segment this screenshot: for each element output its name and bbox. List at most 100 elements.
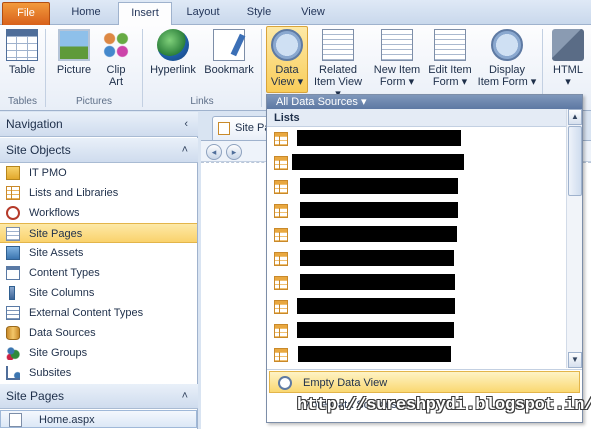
- data-view-icon: [271, 29, 303, 61]
- html-button[interactable]: HTML ▾: [548, 27, 588, 88]
- list-icon: [6, 186, 20, 200]
- hyperlink-button[interactable]: Hyperlink: [146, 27, 200, 76]
- data-source-item[interactable]: [267, 127, 566, 151]
- data-source-item[interactable]: [267, 295, 566, 319]
- data-source-item[interactable]: [267, 247, 566, 271]
- hyperlink-globe-icon: [157, 29, 189, 61]
- data-source-item[interactable]: [267, 199, 566, 223]
- list-icon: [274, 324, 288, 338]
- nav-item-site-pages[interactable]: Site Pages: [0, 223, 197, 243]
- tab-layout[interactable]: Layout: [177, 2, 229, 25]
- assets-icon: [6, 246, 20, 260]
- redacted-label: [292, 154, 464, 170]
- dropdown-scrollbar[interactable]: ▲ ▼: [566, 109, 582, 368]
- redacted-label: [300, 250, 454, 266]
- redacted-label: [300, 226, 457, 242]
- list-icon: [274, 348, 288, 362]
- tab-style[interactable]: Style: [234, 2, 284, 25]
- data-source-item[interactable]: [267, 343, 566, 367]
- nav-item-workflows[interactable]: Workflows: [0, 203, 197, 223]
- bookmark-icon: [213, 29, 245, 61]
- redacted-label: [297, 298, 455, 314]
- redacted-label: [297, 130, 461, 146]
- data-view-label-1: Data: [275, 64, 299, 76]
- nav-item-site-groups[interactable]: Site Groups: [0, 343, 197, 363]
- collapse-section-icon[interactable]: ˄: [182, 384, 188, 409]
- display-item-form-label-2: Item Form ▾: [477, 76, 537, 88]
- collapse-section-icon[interactable]: ˄: [182, 138, 188, 163]
- clip-art-button[interactable]: Clip Art: [98, 27, 134, 88]
- tab-insert[interactable]: Insert: [118, 2, 172, 26]
- scroll-down-button[interactable]: ▼: [568, 352, 582, 368]
- page-icon: [6, 227, 20, 241]
- data-source-item[interactable]: [267, 319, 566, 343]
- new-item-form-icon: [381, 29, 413, 61]
- list-icon: [274, 228, 288, 242]
- new-item-form-button[interactable]: New Item Form ▾: [370, 27, 424, 88]
- edit-item-form-icon: [434, 29, 466, 61]
- subsite-icon: [6, 366, 20, 380]
- tab-home[interactable]: Home: [56, 2, 116, 25]
- lists-section-header: Lists: [267, 109, 566, 127]
- site-pages-header[interactable]: Site Pages ˄: [0, 384, 198, 409]
- nav-item-external-content-types[interactable]: External Content Types: [0, 303, 197, 323]
- new-item-form-label-2: Form ▾: [379, 76, 415, 88]
- nav-item-content-types[interactable]: Content Types: [0, 263, 197, 283]
- related-item-view-icon: [322, 29, 354, 61]
- file-item-home-aspx[interactable]: Home.aspx: [0, 410, 197, 428]
- nav-item-site-assets[interactable]: Site Assets: [0, 243, 197, 263]
- list-icon: [274, 204, 288, 218]
- clip-art-icon: [100, 29, 132, 61]
- empty-data-view-label: Empty Data View: [303, 377, 388, 389]
- data-source-item[interactable]: [267, 223, 566, 247]
- data-view-label-2: View ▾: [270, 76, 304, 88]
- picture-button[interactable]: Picture: [52, 27, 96, 76]
- picture-icon: [58, 29, 90, 61]
- hyperlink-label: Hyperlink: [150, 64, 196, 76]
- data-source-item[interactable]: [267, 271, 566, 295]
- nav-item-site-columns[interactable]: Site Columns: [0, 283, 197, 303]
- empty-data-view-item[interactable]: Empty Data View: [269, 371, 580, 393]
- edit-item-form-label-2: Form ▾: [432, 76, 468, 88]
- display-item-form-button[interactable]: Display Item Form ▾: [476, 27, 538, 88]
- collapse-pane-icon[interactable]: ‹: [184, 112, 188, 137]
- tab-file[interactable]: File: [2, 2, 50, 25]
- database-icon: [6, 326, 20, 340]
- picture-label: Picture: [56, 64, 92, 76]
- nav-item-lists-and-libraries[interactable]: Lists and Libraries: [0, 183, 197, 203]
- display-item-form-label-1: Display: [488, 64, 526, 76]
- dropdown-separator: [267, 369, 582, 370]
- edit-item-form-button[interactable]: Edit Item Form ▾: [424, 27, 476, 88]
- page-icon: [218, 122, 230, 135]
- table-button[interactable]: Table: [2, 27, 42, 76]
- group-label-pictures: Pictures: [75, 96, 113, 107]
- nav-item-subsites[interactable]: Subsites: [0, 363, 197, 383]
- bookmark-button[interactable]: Bookmark: [202, 27, 256, 76]
- tab-view[interactable]: View: [290, 2, 336, 25]
- data-source-item[interactable]: [267, 151, 566, 175]
- redacted-label: [300, 178, 458, 194]
- navigation-pane: Navigation ‹ Site Objects ˄ IT PMO Lists…: [0, 112, 198, 429]
- external-content-type-icon: [6, 306, 20, 320]
- site-icon: [6, 166, 20, 180]
- clip-art-label-2: Art: [108, 76, 124, 88]
- data-view-button[interactable]: Data View ▾: [266, 26, 308, 93]
- data-view-dropdown: All Data Sources ▾ Lists ▲ ▼ Empty Data …: [266, 94, 583, 423]
- group-label-links: Links: [190, 96, 214, 107]
- scroll-up-button[interactable]: ▲: [568, 109, 582, 125]
- forward-button[interactable]: ▸: [226, 144, 242, 160]
- back-button[interactable]: ◂: [206, 144, 222, 160]
- content-type-icon: [6, 266, 20, 280]
- nav-item-it-pmo[interactable]: IT PMO: [0, 163, 197, 183]
- watermark-text: http://sureshpydi.blogspot.in/: [297, 396, 591, 415]
- site-objects-header[interactable]: Site Objects ˄: [0, 138, 198, 163]
- scroll-thumb[interactable]: [568, 126, 582, 196]
- nav-item-data-sources[interactable]: Data Sources: [0, 323, 197, 343]
- list-icon: [274, 252, 288, 266]
- site-objects-title: Site Objects: [6, 143, 71, 157]
- list-icon: [274, 180, 288, 194]
- data-source-item[interactable]: [267, 175, 566, 199]
- ribbon-tab-bar: File Home Insert Layout Style View: [0, 0, 591, 26]
- all-data-sources-filter[interactable]: All Data Sources ▾: [267, 95, 582, 109]
- related-item-view-button[interactable]: Related Item View ▾: [310, 27, 366, 100]
